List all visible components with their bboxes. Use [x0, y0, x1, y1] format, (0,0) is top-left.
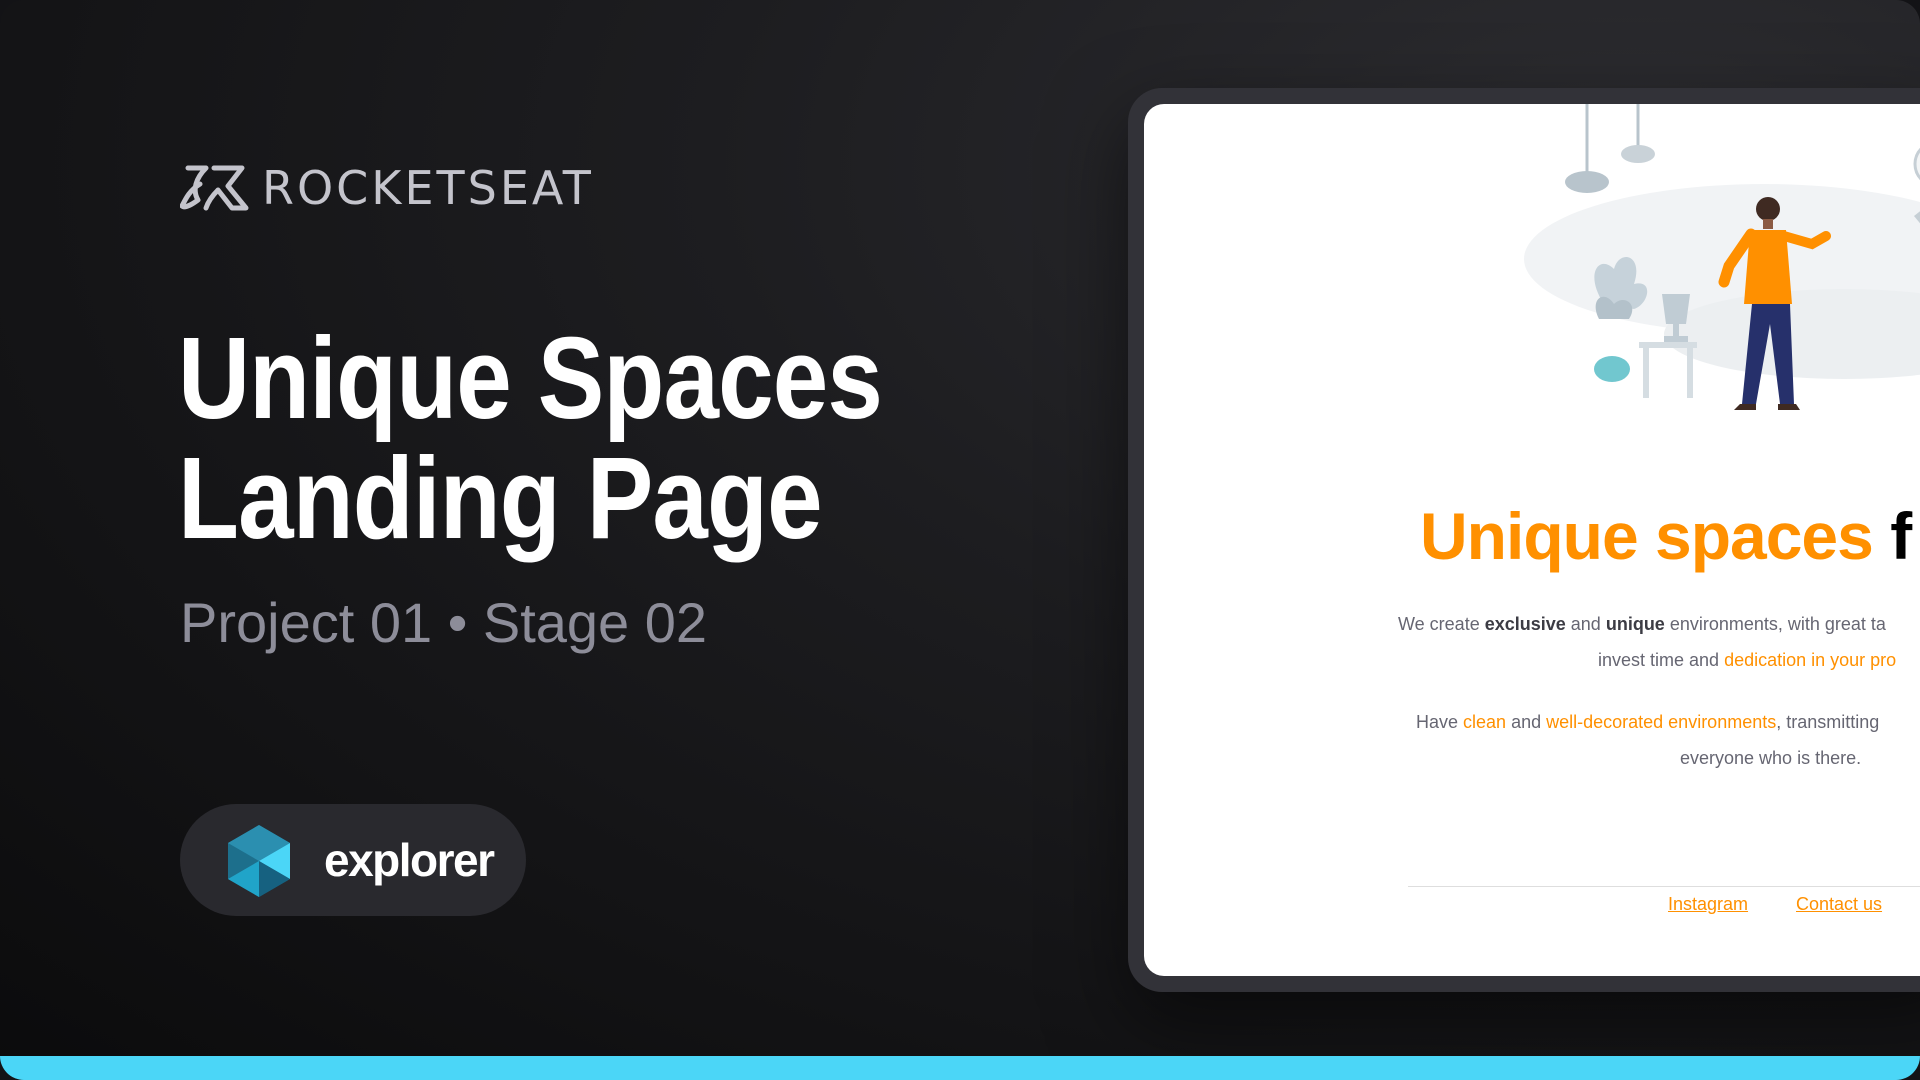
p1l1-text-2: and	[1565, 614, 1606, 634]
accent-bottom-bar	[0, 1056, 1920, 1080]
paragraph-2-line-1: Have clean and well-decorated environmen…	[1416, 704, 1879, 740]
p1l1-bold-2: unique	[1605, 614, 1665, 634]
title-line-1: Unique Spaces	[178, 313, 883, 443]
p2l1-text-1: Have	[1416, 712, 1464, 732]
brand-logo: ROCKETSEAT	[180, 162, 594, 214]
explorer-badge: explorer	[180, 804, 526, 916]
paragraph-1-line-2: invest time and dedication in your pro	[1598, 642, 1896, 678]
instagram-link[interactable]: Instagram	[1668, 886, 1748, 922]
paragraph-1-line-1: We create exclusive and unique environme…	[1398, 606, 1886, 642]
landing-page-preview: Unique spaces f We create exclusive and …	[1144, 104, 1920, 976]
badge-label: explorer	[324, 834, 495, 886]
banner-card: ROCKETSEAT Unique Spaces Landing Page Pr…	[0, 0, 1920, 1080]
p2l1-text-3: , transmitting	[1776, 712, 1880, 732]
p1l1-bold-1: exclusive	[1484, 614, 1566, 634]
explorer-hexagon-icon	[228, 825, 290, 897]
p1l2-text-1: invest time and	[1598, 650, 1725, 670]
p2l1-accent-2: well-decorated environments	[1546, 712, 1777, 732]
title-line-2: Landing Page	[178, 433, 823, 563]
room-illustration	[1524, 104, 1920, 410]
brand-name: ROCKETSEAT	[262, 161, 594, 215]
p1l1-text-1: We create	[1398, 614, 1485, 634]
p2l1-accent-1: clean	[1463, 712, 1507, 732]
p1l1-text-3: environments, with great ta	[1664, 614, 1886, 634]
preview-headline: Unique spaces f	[1420, 496, 1912, 576]
headline-accent: Unique spaces	[1420, 499, 1874, 573]
paragraph-2-line-2: everyone who is there.	[1680, 740, 1861, 776]
device-mockup: Unique spaces f We create exclusive and …	[1128, 88, 1920, 992]
project-stage-subtitle: Project 01 • Stage 02	[180, 591, 708, 654]
rocketseat-logo-icon	[180, 165, 249, 211]
page-title: Unique Spaces Landing Page	[178, 313, 883, 563]
p2l1-text-2: and	[1506, 712, 1547, 732]
p2l2-text-1: everyone who is there.	[1680, 748, 1862, 768]
p1l2-accent-1: dedication in your pro	[1724, 650, 1897, 670]
headline-rest: f	[1890, 499, 1912, 573]
contact-us-link[interactable]: Contact us	[1796, 886, 1882, 922]
